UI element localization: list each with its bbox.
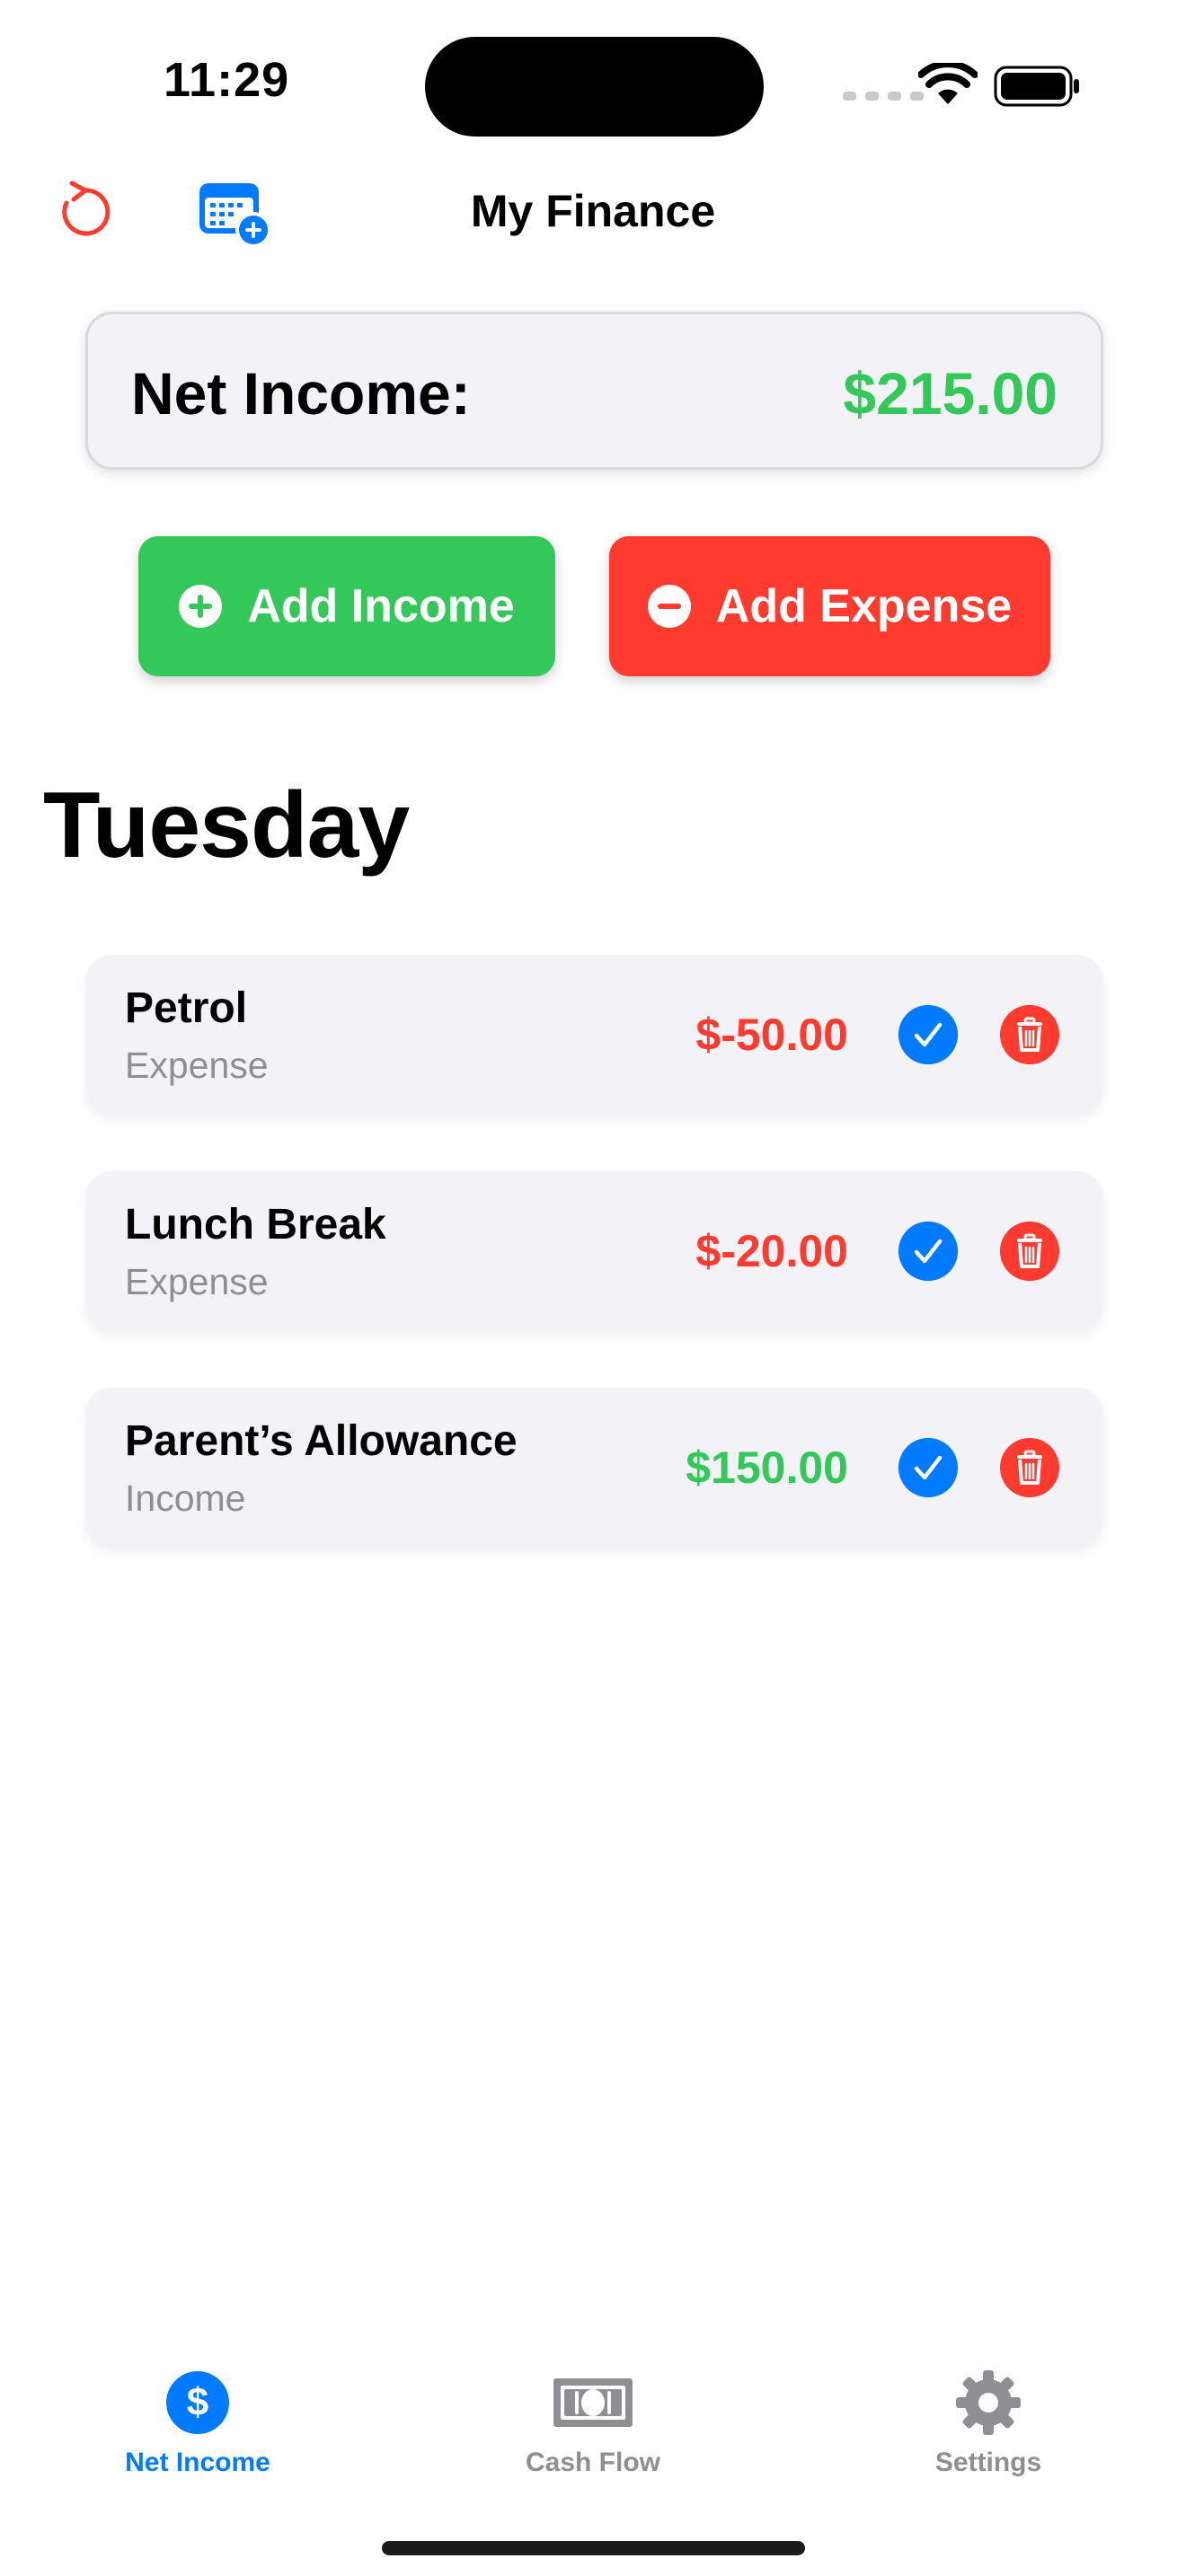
transaction-amount: $150.00 [686,1442,848,1493]
transaction-amount: $-50.00 [695,1010,848,1060]
tab-label: Settings [934,2448,1042,2477]
day-title: Tuesday [43,773,410,878]
trash-icon[interactable] [1000,1222,1059,1281]
transaction-row[interactable]: Lunch Break Expense $-20.00 [85,1171,1103,1331]
transaction-amount: $-20.00 [695,1226,848,1276]
net-income-card: Net Income: $215.00 [85,312,1103,470]
gear-icon [956,2370,1021,2435]
transaction-type: Expense [125,1261,269,1302]
tab-label: Cash Flow [525,2448,660,2477]
trash-icon[interactable] [1000,1438,1059,1497]
transaction-name: Lunch Break [125,1201,386,1248]
home-indicator [382,2541,805,2555]
plus-circle-icon [179,585,223,628]
page-title: My Finance [470,186,716,236]
net-income-value: $215.00 [843,360,1058,427]
dynamic-island [425,37,764,137]
transaction-row[interactable]: Petrol Expense $-50.00 [85,955,1103,1115]
tab-cash-flow[interactable]: Cash Flow [458,2367,728,2478]
transaction-row[interactable]: Parent’s Allowance Income $150.00 [85,1388,1103,1548]
wifi-icon [918,63,978,104]
checkmark-icon[interactable] [898,1005,958,1064]
transaction-type: Income [125,1478,246,1519]
cellular-signal-icon [843,92,924,101]
add-income-label: Add Income [247,580,515,632]
trash-icon[interactable] [1000,1005,1059,1064]
add-expense-label: Add Expense [715,580,1013,632]
add-income-button[interactable]: Add Income [138,536,555,676]
status-time: 11:29 [164,53,290,107]
tab-settings[interactable]: Settings [854,2367,1123,2478]
finance-screen: 11:29 My Finance Net Income: $215.00 Add… [0,0,1186,2576]
add-expense-button[interactable]: Add Expense [609,536,1050,676]
tab-label: Net Income [125,2448,270,2477]
checkmark-icon[interactable] [898,1438,958,1497]
dollar-circle-icon: $ [166,2371,229,2434]
net-income-label: Net Income: [131,360,471,427]
checkmark-icon[interactable] [898,1222,958,1281]
transaction-type: Expense [125,1045,269,1086]
minus-circle-icon [647,585,691,628]
transaction-name: Parent’s Allowance [125,1417,518,1465]
battery-icon [994,66,1079,107]
transaction-name: Petrol [125,984,248,1032]
tab-net-income[interactable]: $ Net Income [63,2367,332,2478]
banknote-icon [553,2378,633,2427]
